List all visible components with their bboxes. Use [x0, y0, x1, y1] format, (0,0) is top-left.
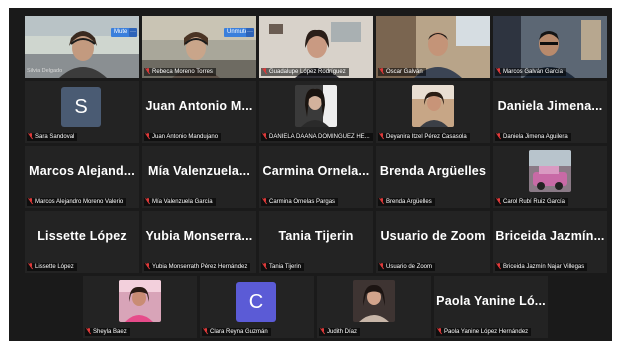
display-name: Marcos Alejand...	[29, 164, 135, 178]
participant-tile[interactable]: Juan Antonio M... Juan Antonio Mandujano	[142, 81, 256, 143]
muted-mic-icon	[497, 263, 501, 269]
mute-button[interactable]: Mute	[111, 28, 131, 37]
profile-picture	[412, 85, 454, 127]
participant-name: Sheyla Baez	[85, 328, 130, 336]
avatar: C	[236, 282, 276, 322]
participant-name: Briceida Jazmín Najar Villegas	[495, 263, 588, 271]
participant-name: Guadalupe López Rodríguez	[261, 68, 349, 76]
participant-tile[interactable]: Deyanira Itzel Pérez Casasola	[376, 81, 490, 143]
participant-tile[interactable]: Paola Yanine Ló... Paola Yanine López He…	[434, 276, 548, 338]
participant-name: Oscar Galván	[378, 68, 426, 76]
participant-name: Mía Valenzuela García	[144, 198, 216, 206]
participant-name: Tania Tijerin	[261, 263, 305, 271]
participant-tile[interactable]: Lissette López Lissette López	[25, 211, 139, 273]
muted-mic-icon	[146, 133, 150, 139]
muted-mic-icon	[204, 328, 208, 334]
participant-tile[interactable]: Sheyla Baez	[83, 276, 197, 338]
participant-tile[interactable]: DANIELA DAANA DOMINGUEZ HE...	[259, 81, 373, 143]
muted-mic-icon	[263, 263, 267, 269]
participant-name: Lissette López	[27, 263, 77, 271]
display-name: Briceida Jazmín...	[495, 229, 605, 243]
muted-mic-icon	[29, 263, 33, 269]
muted-mic-icon	[146, 198, 150, 204]
muted-mic-icon	[146, 68, 150, 74]
muted-mic-icon	[146, 263, 150, 269]
muted-mic-icon	[29, 133, 33, 139]
participant-name: Deyanira Itzel Pérez Casasola	[378, 133, 470, 141]
muted-mic-icon	[380, 263, 384, 269]
participant-name: Daniela Jimena Aguilera	[495, 133, 571, 141]
muted-mic-icon	[497, 68, 501, 74]
profile-picture	[119, 280, 161, 322]
participant-tile[interactable]: C Clara Reyna Guzmán	[200, 276, 314, 338]
participant-name: Yubia Monserrath Pérez Hernández	[144, 263, 251, 271]
avatar: S	[61, 87, 101, 127]
participant-name: Rebeca Moreno Torres	[144, 68, 216, 76]
participant-name: Silvia Delgado	[27, 68, 63, 74]
participant-tile[interactable]: Marcos Alejand... Marcos Alejandro Moren…	[25, 146, 139, 208]
display-name: Tania Tijerin	[278, 229, 354, 243]
video-tile[interactable]: Marcos Galván García	[493, 16, 607, 78]
muted-mic-icon	[29, 198, 33, 204]
participant-tile[interactable]: Mía Valenzuela... Mía Valenzuela García	[142, 146, 256, 208]
participant-tile[interactable]: Yubia Monserra... Yubia Monserrath Pérez…	[142, 211, 256, 273]
video-tile[interactable]: Guadalupe López Rodríguez	[259, 16, 373, 78]
display-name: Lissette López	[37, 229, 127, 243]
display-name: Usuario de Zoom	[380, 229, 486, 243]
display-name: Brenda Argüelles	[379, 164, 487, 178]
participant-tile[interactable]: Judith Díaz	[317, 276, 431, 338]
participant-name: Carmina Ornelas Pargas	[261, 198, 339, 206]
profile-picture	[353, 280, 395, 322]
participant-tile[interactable]: Usuario de Zoom Usuario de Zoom	[376, 211, 490, 273]
video-tile[interactable]: Mute ··· Silvia Delgado	[25, 16, 139, 78]
participant-tile[interactable]: Carmina Ornela... Carmina Ornelas Pargas	[259, 146, 373, 208]
profile-picture	[529, 150, 571, 192]
participant-name: Marcos Alejandro Moreno Valerio	[27, 198, 127, 206]
participant-name: Juan Antonio Mandujano	[144, 133, 222, 141]
video-tile[interactable]: Oscar Galván	[376, 16, 490, 78]
participant-name: Marcos Galván García	[495, 68, 567, 76]
participant-name: Judith Díaz	[319, 328, 361, 336]
muted-mic-icon	[263, 68, 267, 74]
muted-mic-icon	[438, 328, 442, 334]
muted-mic-icon	[263, 198, 267, 204]
participant-tile[interactable]: S Sara Sandoval	[25, 81, 139, 143]
display-name: Mía Valenzuela...	[147, 164, 251, 178]
participant-name: Usuario de Zoom	[378, 263, 436, 271]
participant-name: Brenda Argüelles	[378, 198, 435, 206]
participant-name: Clara Reyna Guzmán	[202, 328, 271, 336]
participant-tile[interactable]: Daniela Jimena... Daniela Jimena Aguiler…	[493, 81, 607, 143]
participant-tile[interactable]: Briceida Jazmín... Briceida Jazmín Najar…	[493, 211, 607, 273]
participant-name: Sara Sandoval	[27, 133, 78, 141]
muted-mic-icon	[380, 68, 384, 74]
video-tile[interactable]: Unmute ··· Rebeca Moreno Torres	[142, 16, 256, 78]
participant-tile[interactable]: Carol Rubí Ruiz García	[493, 146, 607, 208]
participant-name: DANIELA DAANA DOMINGUEZ HE...	[261, 133, 373, 141]
participant-name: Paola Yanine López Hernández	[436, 328, 532, 336]
more-options-button[interactable]: ···	[246, 28, 254, 37]
profile-picture	[295, 85, 337, 127]
gallery-view: Mute ··· Silvia Delgado Unmute ··· Rebec…	[9, 8, 612, 341]
muted-mic-icon	[263, 133, 267, 139]
muted-mic-icon	[380, 198, 384, 204]
muted-mic-icon	[497, 198, 501, 204]
more-options-button[interactable]: ···	[129, 28, 137, 37]
display-name: Carmina Ornela...	[262, 164, 370, 178]
muted-mic-icon	[321, 328, 325, 334]
display-name: Daniela Jimena...	[497, 99, 603, 113]
muted-mic-icon	[87, 328, 91, 334]
muted-mic-icon	[380, 133, 384, 139]
participant-tile[interactable]: Brenda Argüelles Brenda Argüelles	[376, 146, 490, 208]
participant-name: Carol Rubí Ruiz García	[495, 198, 569, 206]
muted-mic-icon	[497, 133, 501, 139]
participant-tile[interactable]: Tania Tijerin Tania Tijerin	[259, 211, 373, 273]
display-name: Paola Yanine Ló...	[436, 294, 546, 308]
display-name: Yubia Monserra...	[145, 229, 253, 243]
display-name: Juan Antonio M...	[145, 99, 253, 113]
